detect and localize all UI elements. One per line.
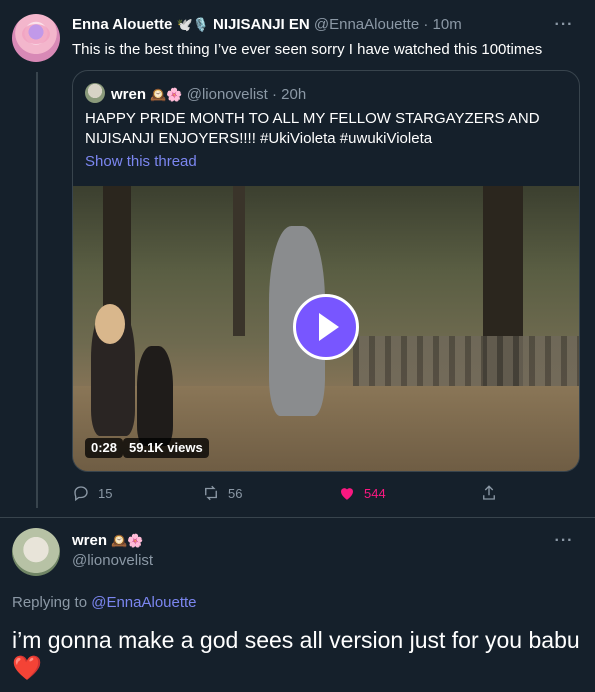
divider: [0, 517, 595, 518]
quote-avatar: [85, 83, 105, 103]
retweet-count: 56: [228, 485, 243, 501]
author-handle[interactable]: @EnnaAlouette: [314, 16, 419, 33]
heart-emoji-icon: ❤️: [12, 655, 42, 682]
reply-author-handle[interactable]: @lionovelist: [72, 552, 153, 569]
dot-separator: ·: [272, 86, 277, 103]
quote-header: wren 🕰️🌸 @lionovelist · 20h: [85, 83, 306, 104]
quote-tweet-card[interactable]: wren 🕰️🌸 @lionovelist · 20h HAPPY PRIDE …: [72, 70, 580, 472]
reply-author-header: wren 🕰️🌸: [72, 532, 144, 549]
play-button[interactable]: [293, 294, 359, 360]
quote-text: HAPPY PRIDE MONTH TO ALL MY FELLOW STARG…: [85, 110, 540, 147]
author-affiliation: NIJISANJI EN: [213, 16, 310, 33]
tweet-actions: 15 56 544: [72, 484, 578, 504]
more-options-icon[interactable]: ···: [553, 532, 575, 550]
video-scene-swing-pole: [233, 186, 245, 336]
show-thread-link[interactable]: Show this thread: [85, 153, 197, 170]
share-icon: [483, 485, 495, 500]
reply-action[interactable]: 15: [72, 484, 112, 502]
tweet-text: This is the best thing I’ve ever seen so…: [72, 41, 543, 58]
avatar[interactable]: [12, 14, 60, 62]
quote-author-emojis: 🕰️🌸: [150, 87, 183, 102]
reply-text: i’m gonna make a god sees all version ju…: [12, 626, 582, 683]
replying-to-line: Replying to @EnnaAlouette: [12, 594, 197, 611]
reply-icon: [74, 486, 88, 502]
more-options-icon[interactable]: ···: [553, 16, 575, 34]
video-views-badge: 59.1K views: [123, 438, 209, 458]
video-scene-child: [137, 346, 173, 446]
like-count: 544: [364, 485, 386, 501]
heart-icon: [341, 488, 353, 500]
reply-author-emojis: 🕰️🌸: [111, 533, 144, 548]
thread-connector-line: [36, 72, 38, 508]
avatar[interactable]: [12, 528, 60, 576]
author-name[interactable]: Enna Alouette: [72, 16, 172, 33]
reply-count: 15: [98, 485, 113, 501]
tweet-header: Enna Alouette 🕊️🎙️ NIJISANJI EN @EnnaAlo…: [72, 16, 462, 34]
reply-text-body: i’m gonna make a god sees all version ju…: [12, 627, 580, 653]
like-action[interactable]: 544: [338, 484, 386, 502]
video-player[interactable]: 0:28 59.1K views: [73, 186, 579, 471]
author-emojis: 🕊️🎙️: [176, 17, 209, 32]
reply-author-name[interactable]: wren: [72, 532, 107, 549]
retweet-icon: [205, 485, 217, 501]
dot-separator: ·: [423, 16, 429, 33]
quote-author-name: wren: [111, 86, 147, 103]
replying-to-link[interactable]: @EnnaAlouette: [91, 594, 196, 611]
tweet-time[interactable]: 10m: [433, 16, 462, 33]
share-action[interactable]: [480, 484, 498, 502]
replying-to-prefix: Replying to: [12, 594, 88, 611]
quote-time: 20h: [281, 86, 307, 103]
video-scene-person-head: [95, 304, 125, 344]
retweet-action[interactable]: 56: [202, 484, 242, 502]
quote-author-handle: @lionovelist: [186, 86, 268, 103]
video-duration-badge: 0:28: [85, 438, 124, 458]
